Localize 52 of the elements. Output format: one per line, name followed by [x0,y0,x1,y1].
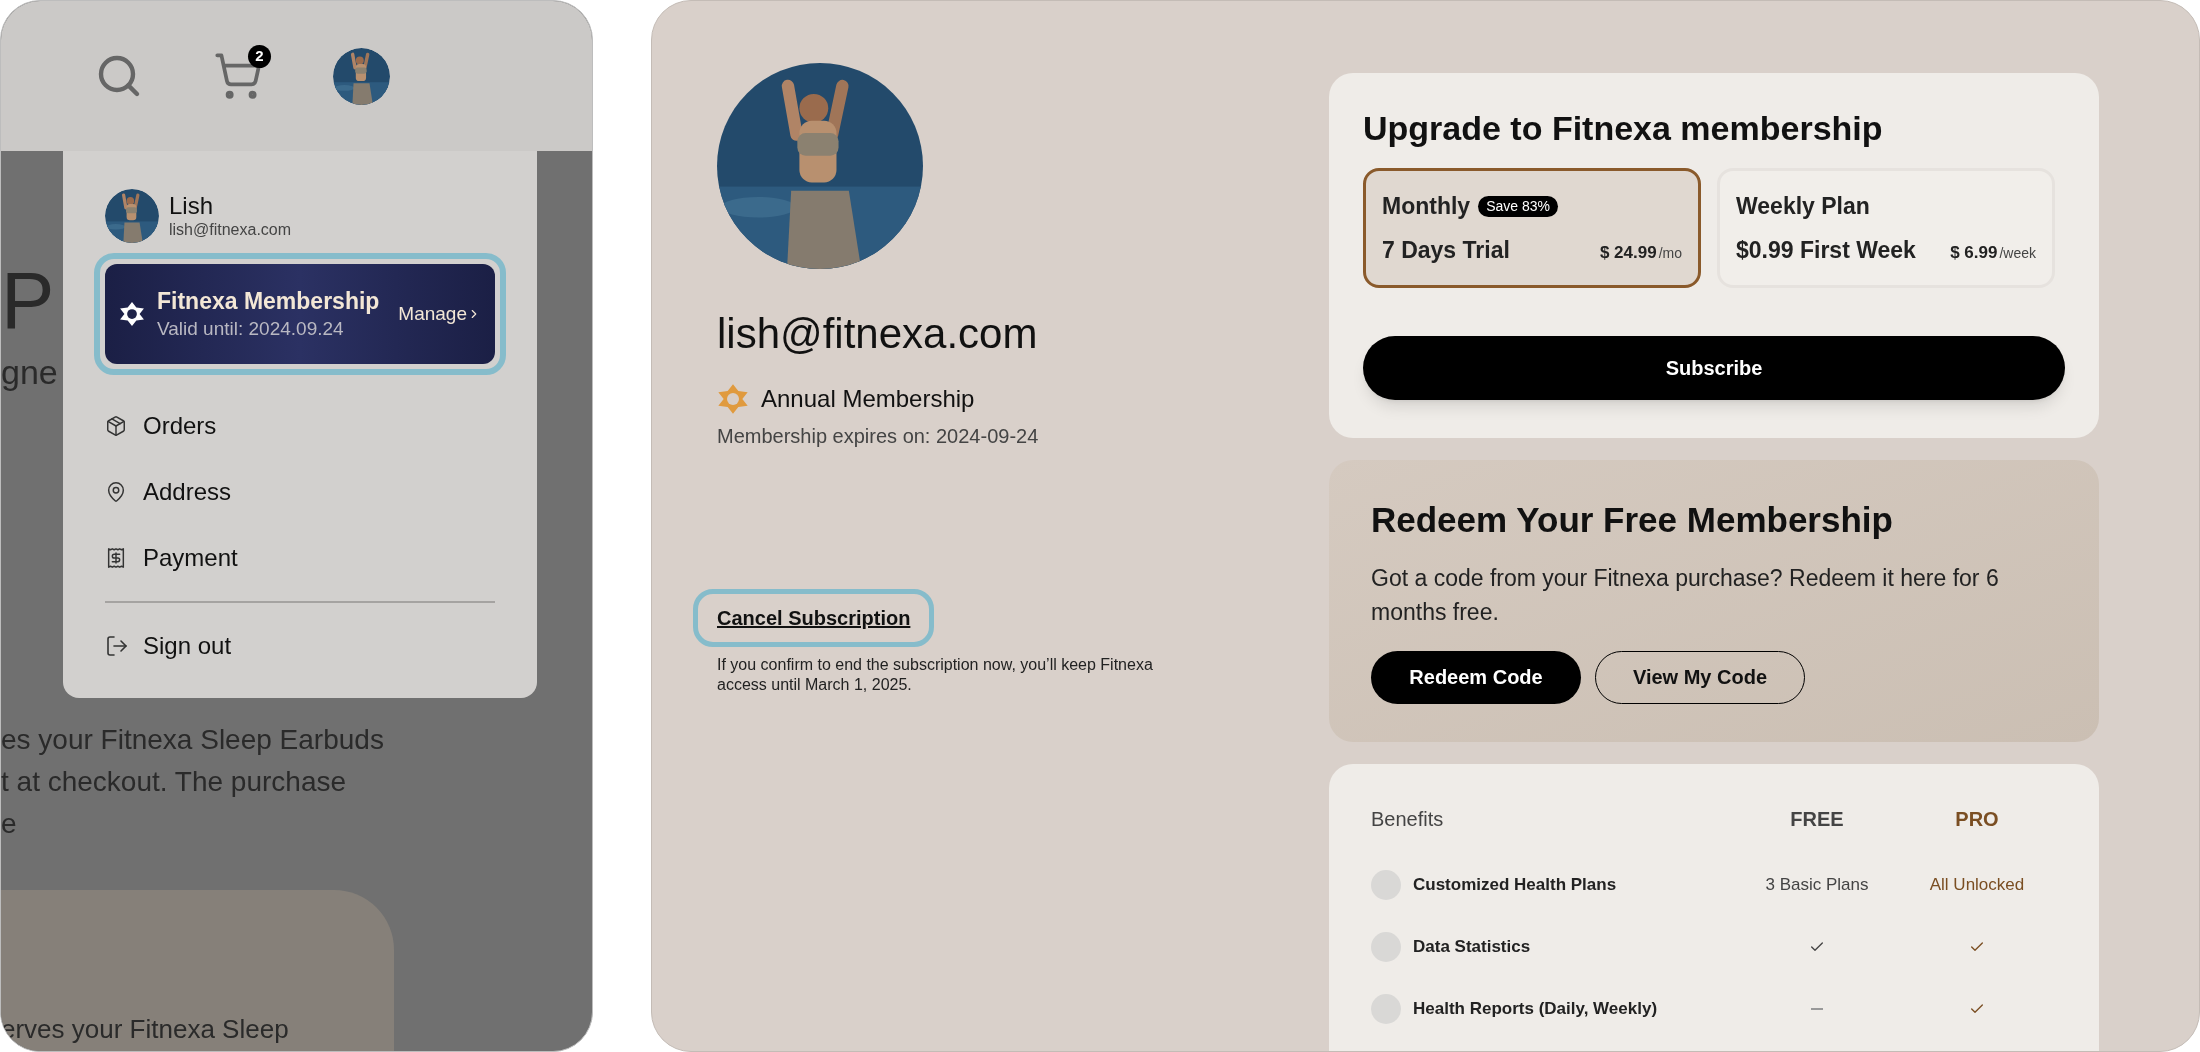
plan-option[interactable]: Monthly Save 83% 7 Days Trial $ 24.99/mo [1363,168,1701,288]
membership-logo-icon [119,301,145,327]
plan-unit: /week [1999,243,2036,263]
membership-type: Annual Membership [761,384,975,414]
table-cell-text: 3 Basic Plans [1765,873,1869,896]
cart-icon[interactable] [213,51,263,101]
membership-validity: Valid until: 2024.09.24 [157,317,345,341]
cart-badge: 2 [248,45,271,68]
card-title: Redeem Your Free Membership [1371,499,1894,541]
subscribe-button[interactable]: Subscribe [1363,336,2065,400]
card-title: Upgrade to Fitnexa membership [1363,108,1884,149]
column-header: FREE [1790,806,1844,832]
profile-email: lish@fitnexa.com [717,309,1039,359]
menu-item[interactable]: Payment [105,525,495,591]
cancel-note: If you confirm to end the subscription now, you’ll keep Fitnexa access until March 1, 2025. [717,655,1154,695]
body-text: t at checkout. The purchase [1,765,348,799]
plan-price: $ 24.99 [1599,241,1657,264]
user-name: Lish [169,192,215,220]
table-cell-text: All Unlocked [1929,873,2025,896]
save-badge: Save 83% [1478,195,1558,217]
user-email: lish@fitnexa.com [169,220,292,240]
plan-offer: $0.99 First Week [1736,235,1916,265]
address-icon [105,481,127,503]
plan-name: Weekly Plan [1736,192,1870,221]
plan-unit: /mo [1658,243,1682,263]
avatar-button[interactable] [333,47,390,105]
benefit-name: Customized Health Plans [1413,873,1617,896]
plan-offer: 7 Days Trial [1382,235,1510,265]
benefit-name: Health Reports (Daily, Weekly) [1413,997,1658,1020]
plan-name: Monthly [1382,192,1471,221]
redeem-code-button[interactable]: Redeem Code [1371,650,1581,704]
sign-out-icon [105,634,129,658]
column-header: PRO [1955,806,1999,832]
orders-icon [105,415,127,437]
plan-option[interactable]: Weekly Plan $0.99 First Week $ 6.99/week [1717,168,2055,288]
manage-link[interactable]: Manage [398,299,481,329]
menu-item[interactable]: Orders [105,393,495,459]
payment-icon [105,547,127,569]
redeem-description: Got a code from your Fitnexa purchase? Redeem it here for 6 months free. [1371,563,2000,627]
expiry-text: Membership expires on: 2024-09-24 [717,424,1040,449]
sign-out-item[interactable]: Sign out [105,621,495,671]
dash-icon [1811,1007,1823,1010]
membership-badge-icon [717,383,749,415]
body-text: es your Fitnexa Sleep Earbuds [1,723,385,757]
page-heading: P [1,261,55,341]
benefit-name: Data Statistics [1413,935,1531,958]
membership-title: Fitnexa Membership [157,287,381,316]
column-header: Benefits [1371,806,1445,832]
menu-item[interactable]: Address [105,459,495,525]
page-subheading: gne [1,355,58,389]
body-text: e [1,807,18,841]
plan-price: $ 6.99 [1950,241,1998,264]
